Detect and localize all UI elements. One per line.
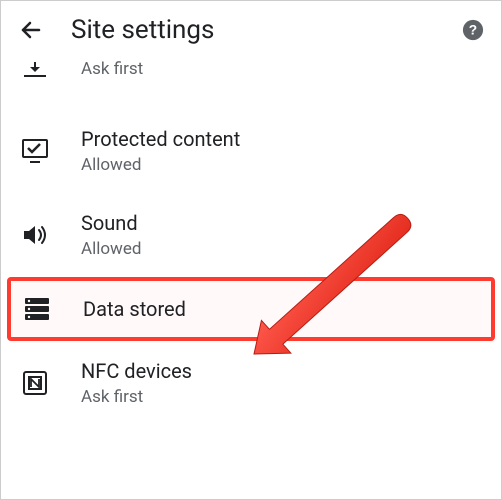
- protected-content-icon: [21, 137, 49, 165]
- setting-status: Allowed: [81, 239, 141, 259]
- setting-text: NFC devices Ask first: [81, 359, 192, 407]
- page-title: Site settings: [71, 15, 461, 45]
- help-button[interactable]: ?: [461, 18, 485, 42]
- storage-icon: [23, 295, 51, 323]
- setting-label: NFC devices: [81, 359, 192, 383]
- setting-item-downloads[interactable]: Ask first: [1, 59, 501, 109]
- back-arrow-icon: [19, 18, 43, 42]
- setting-item-data-stored[interactable]: Data stored: [7, 277, 495, 341]
- sound-icon: [21, 221, 49, 249]
- setting-item-protected-content[interactable]: Protected content Allowed: [1, 109, 501, 193]
- setting-label: Sound: [81, 211, 141, 235]
- setting-status: Ask first: [81, 59, 143, 79]
- header: Site settings ?: [1, 1, 501, 59]
- setting-label: Protected content: [81, 127, 240, 151]
- setting-text: Data stored: [83, 297, 186, 321]
- setting-status: Allowed: [81, 155, 240, 175]
- settings-list: Ask first Protected content Allowed Soun…: [1, 59, 501, 425]
- svg-text:?: ?: [469, 23, 477, 38]
- setting-status: Ask first: [81, 387, 192, 407]
- setting-text: Ask first: [81, 59, 143, 79]
- setting-label: Data stored: [83, 297, 186, 321]
- setting-item-sound[interactable]: Sound Allowed: [1, 193, 501, 277]
- setting-text: Sound Allowed: [81, 211, 141, 259]
- back-button[interactable]: [17, 16, 45, 44]
- nfc-icon: [21, 369, 49, 397]
- setting-text: Protected content Allowed: [81, 127, 240, 175]
- setting-item-nfc[interactable]: NFC devices Ask first: [1, 341, 501, 425]
- download-icon: [21, 59, 49, 87]
- help-icon: ?: [462, 19, 484, 41]
